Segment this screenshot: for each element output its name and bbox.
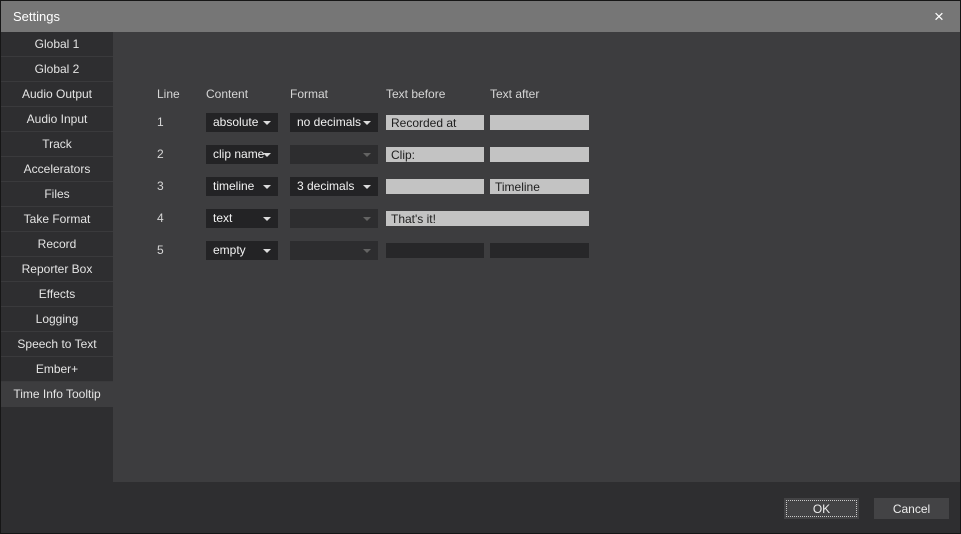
content-dropdown-value: absolute [213,113,258,132]
format-dropdown[interactable]: no decimals [290,113,378,132]
settings-panel: Line Content Format Text before Text aft… [113,32,960,484]
text-before-input[interactable] [386,147,484,162]
text-after-input[interactable] [490,147,589,162]
cancel-button[interactable]: Cancel [874,498,949,519]
sidebar: Global 1Global 2Audio OutputAudio InputT… [1,32,113,533]
table-row: 3 timeline 3 decimals [113,177,960,197]
chevron-down-icon [263,153,271,157]
sidebar-item-effects[interactable]: Effects [1,282,113,307]
table-row: 1 absolute no decimals [113,113,960,133]
line-number: 2 [157,145,164,164]
content-dropdown[interactable]: absolute [206,113,278,132]
line-number: 1 [157,113,164,132]
sidebar-item-audio-output[interactable]: Audio Output [1,82,113,107]
line-number: 4 [157,209,164,228]
sidebar-item-accelerators[interactable]: Accelerators [1,157,113,182]
content-dropdown-value: timeline [213,177,254,196]
sidebar-item-global-2[interactable]: Global 2 [1,57,113,82]
sidebar-item-speech-to-text[interactable]: Speech to Text [1,332,113,357]
text-after-input[interactable] [490,115,589,130]
close-icon: × [934,7,944,26]
content-dropdown-value: text [213,209,232,228]
sidebar-item-track[interactable]: Track [1,132,113,157]
format-dropdown-value: no decimals [297,113,361,132]
table-row: 2 clip name [113,145,960,165]
content-dropdown[interactable]: clip name [206,145,278,164]
column-header-text-before: Text before [386,87,445,101]
sidebar-item-global-1[interactable]: Global 1 [1,32,113,57]
table-row: 4 text [113,209,960,229]
close-button[interactable]: × [923,1,955,32]
chevron-down-icon [263,249,271,253]
chevron-down-icon [363,217,371,221]
titlebar: Settings × [1,1,960,32]
sidebar-item-reporter-box[interactable]: Reporter Box [1,257,113,282]
text-after-input [490,243,589,258]
column-header-line: Line [157,87,180,101]
bottom-bar: OK Cancel [1,482,960,533]
column-header-text-after: Text after [490,87,539,101]
chevron-down-icon [363,121,371,125]
table-row: 5 empty [113,241,960,261]
column-header-content: Content [206,87,248,101]
sidebar-item-audio-input[interactable]: Audio Input [1,107,113,132]
chevron-down-icon [263,121,271,125]
sidebar-item-ember-[interactable]: Ember+ [1,357,113,382]
chevron-down-icon [263,185,271,189]
text-before-input[interactable] [386,179,484,194]
text-before-input [386,243,484,258]
format-dropdown [290,241,378,260]
sidebar-item-logging[interactable]: Logging [1,307,113,332]
text-before-input[interactable] [386,211,589,226]
format-dropdown [290,209,378,228]
format-dropdown-value: 3 decimals [297,177,354,196]
text-after-input[interactable] [490,179,589,194]
sidebar-item-files[interactable]: Files [1,182,113,207]
sidebar-item-take-format[interactable]: Take Format [1,207,113,232]
ok-button[interactable]: OK [784,498,859,519]
content-dropdown[interactable]: text [206,209,278,228]
format-dropdown[interactable]: 3 decimals [290,177,378,196]
chevron-down-icon [363,185,371,189]
chevron-down-icon [363,249,371,253]
content-dropdown-value: clip name [213,145,264,164]
format-dropdown [290,145,378,164]
content-dropdown[interactable]: timeline [206,177,278,196]
settings-window: Settings × Global 1Global 2Audio OutputA… [0,0,961,534]
sidebar-item-record[interactable]: Record [1,232,113,257]
chevron-down-icon [263,217,271,221]
chevron-down-icon [363,153,371,157]
sidebar-item-time-info-tooltip[interactable]: Time Info Tooltip [1,382,113,407]
line-number: 3 [157,177,164,196]
content-dropdown-value: empty [213,241,246,260]
window-title: Settings [13,1,60,32]
column-header-format: Format [290,87,328,101]
line-number: 5 [157,241,164,260]
content-dropdown[interactable]: empty [206,241,278,260]
text-before-input[interactable] [386,115,484,130]
